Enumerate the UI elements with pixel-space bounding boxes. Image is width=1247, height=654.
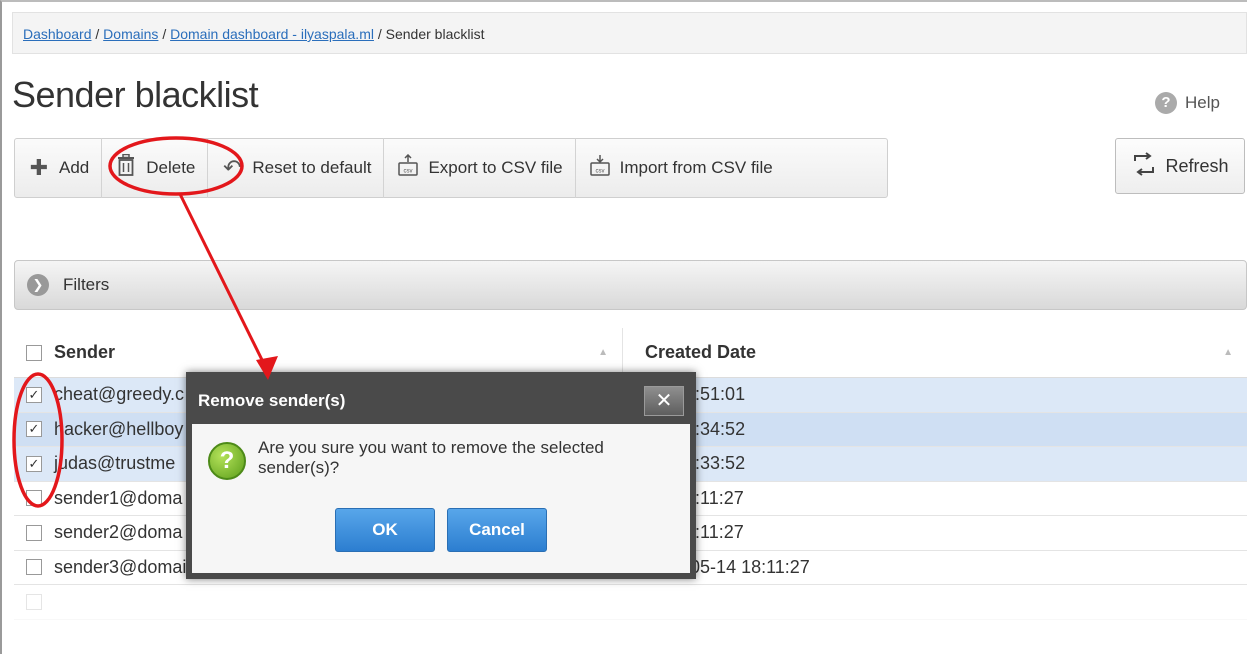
import-csv-button[interactable]: csv Import from CSV file	[576, 138, 785, 198]
dialog-message: Are you sure you want to remove the sele…	[258, 438, 604, 480]
sender-cell: cheat@greedy.c	[54, 384, 185, 405]
sort-icon: ▲	[598, 347, 608, 358]
created-date-header-label: Created Date	[645, 342, 757, 362]
csv-import-icon: csv	[588, 154, 612, 182]
row-checkbox[interactable]	[26, 559, 42, 576]
filters-panel-toggle[interactable]: ❯ Filters	[14, 260, 1247, 310]
breadcrumb-domain-dashboard-link[interactable]: Domain dashboard - ilyaspala.ml	[170, 26, 374, 42]
help-link[interactable]: ? Help	[1155, 92, 1220, 114]
dialog-header: Remove sender(s) ✕	[192, 378, 690, 424]
row-checkbox[interactable]	[26, 490, 42, 507]
sender-cell: sender2@doma	[54, 522, 183, 543]
dialog-title: Remove sender(s)	[198, 391, 346, 410]
sender-cell: hacker@hellboy	[54, 418, 184, 439]
chevron-right-icon: ❯	[27, 274, 49, 296]
add-button[interactable]: ✚ Add	[15, 138, 103, 198]
add-label: Add	[59, 158, 90, 177]
refresh-label: Refresh	[1165, 155, 1229, 176]
filters-label: Filters	[63, 275, 110, 294]
help-icon: ?	[1155, 92, 1177, 114]
table-header: Sender ▲ Created Date ▲	[14, 328, 1247, 378]
cancel-button[interactable]: Cancel	[447, 508, 547, 552]
page-title: Sender blacklist	[12, 74, 259, 115]
delete-button[interactable]: Delete	[102, 138, 209, 198]
sender-cell: judas@trustme	[54, 453, 176, 474]
sender-column-header[interactable]: Sender ▲	[14, 328, 622, 377]
close-icon[interactable]: ✕	[644, 386, 684, 416]
svg-text:csv: csv	[595, 169, 604, 175]
breadcrumb-domains-link[interactable]: Domains	[103, 26, 158, 42]
breadcrumb: Dashboard / Domains / Domain dashboard -…	[12, 12, 1247, 54]
toolbar: ✚ Add Delete ↶ Reset to default csv Expo…	[14, 138, 888, 198]
export-label: Export to CSV file	[428, 158, 563, 177]
table-row-partial	[14, 585, 1247, 620]
breadcrumb-dashboard-link[interactable]: Dashboard	[23, 26, 92, 42]
help-label: Help	[1185, 93, 1220, 112]
row-checkbox[interactable]: ✓	[26, 421, 42, 438]
refresh-icon	[1131, 151, 1157, 181]
reset-label: Reset to default	[252, 158, 372, 177]
export-csv-button[interactable]: csv Export to CSV file	[384, 138, 576, 198]
created-date-column-header[interactable]: Created Date ▲	[622, 328, 1247, 377]
plus-icon: ✚	[29, 155, 49, 180]
question-icon: ?	[208, 442, 246, 480]
row-checkbox	[26, 593, 42, 610]
ok-button[interactable]: OK	[335, 508, 435, 552]
sort-icon: ▲	[1223, 347, 1233, 358]
sender-cell: sender1@doma	[54, 487, 183, 508]
dialog-body: ? Are you sure you want to remove the se…	[192, 424, 690, 494]
remove-senders-dialog: Remove sender(s) ✕ ? Are you sure you wa…	[186, 372, 696, 579]
csv-export-icon: csv	[396, 153, 420, 182]
import-label: Import from CSV file	[619, 158, 773, 177]
dialog-buttons: OK Cancel	[192, 508, 690, 552]
dialog-message-line: sender(s)?	[258, 458, 340, 477]
refresh-button[interactable]: Refresh	[1115, 138, 1245, 194]
dialog-message-line: Are you sure you want to remove the sele…	[258, 438, 604, 457]
breadcrumb-current: / Sender blacklist	[377, 26, 485, 42]
row-checkbox[interactable]: ✓	[26, 455, 42, 472]
breadcrumb-separator: /	[95, 26, 100, 42]
row-checkbox[interactable]: ✓	[26, 386, 42, 403]
undo-icon: ↶	[223, 155, 242, 180]
row-checkbox[interactable]	[26, 524, 42, 541]
delete-label: Delete	[146, 158, 196, 177]
reset-to-default-button[interactable]: ↶ Reset to default	[208, 138, 385, 198]
trash-icon	[114, 153, 138, 182]
breadcrumb-separator: /	[162, 26, 167, 42]
sender-header-label: Sender	[54, 342, 116, 362]
select-all-checkbox[interactable]	[26, 344, 42, 361]
svg-text:csv: csv	[404, 169, 413, 175]
